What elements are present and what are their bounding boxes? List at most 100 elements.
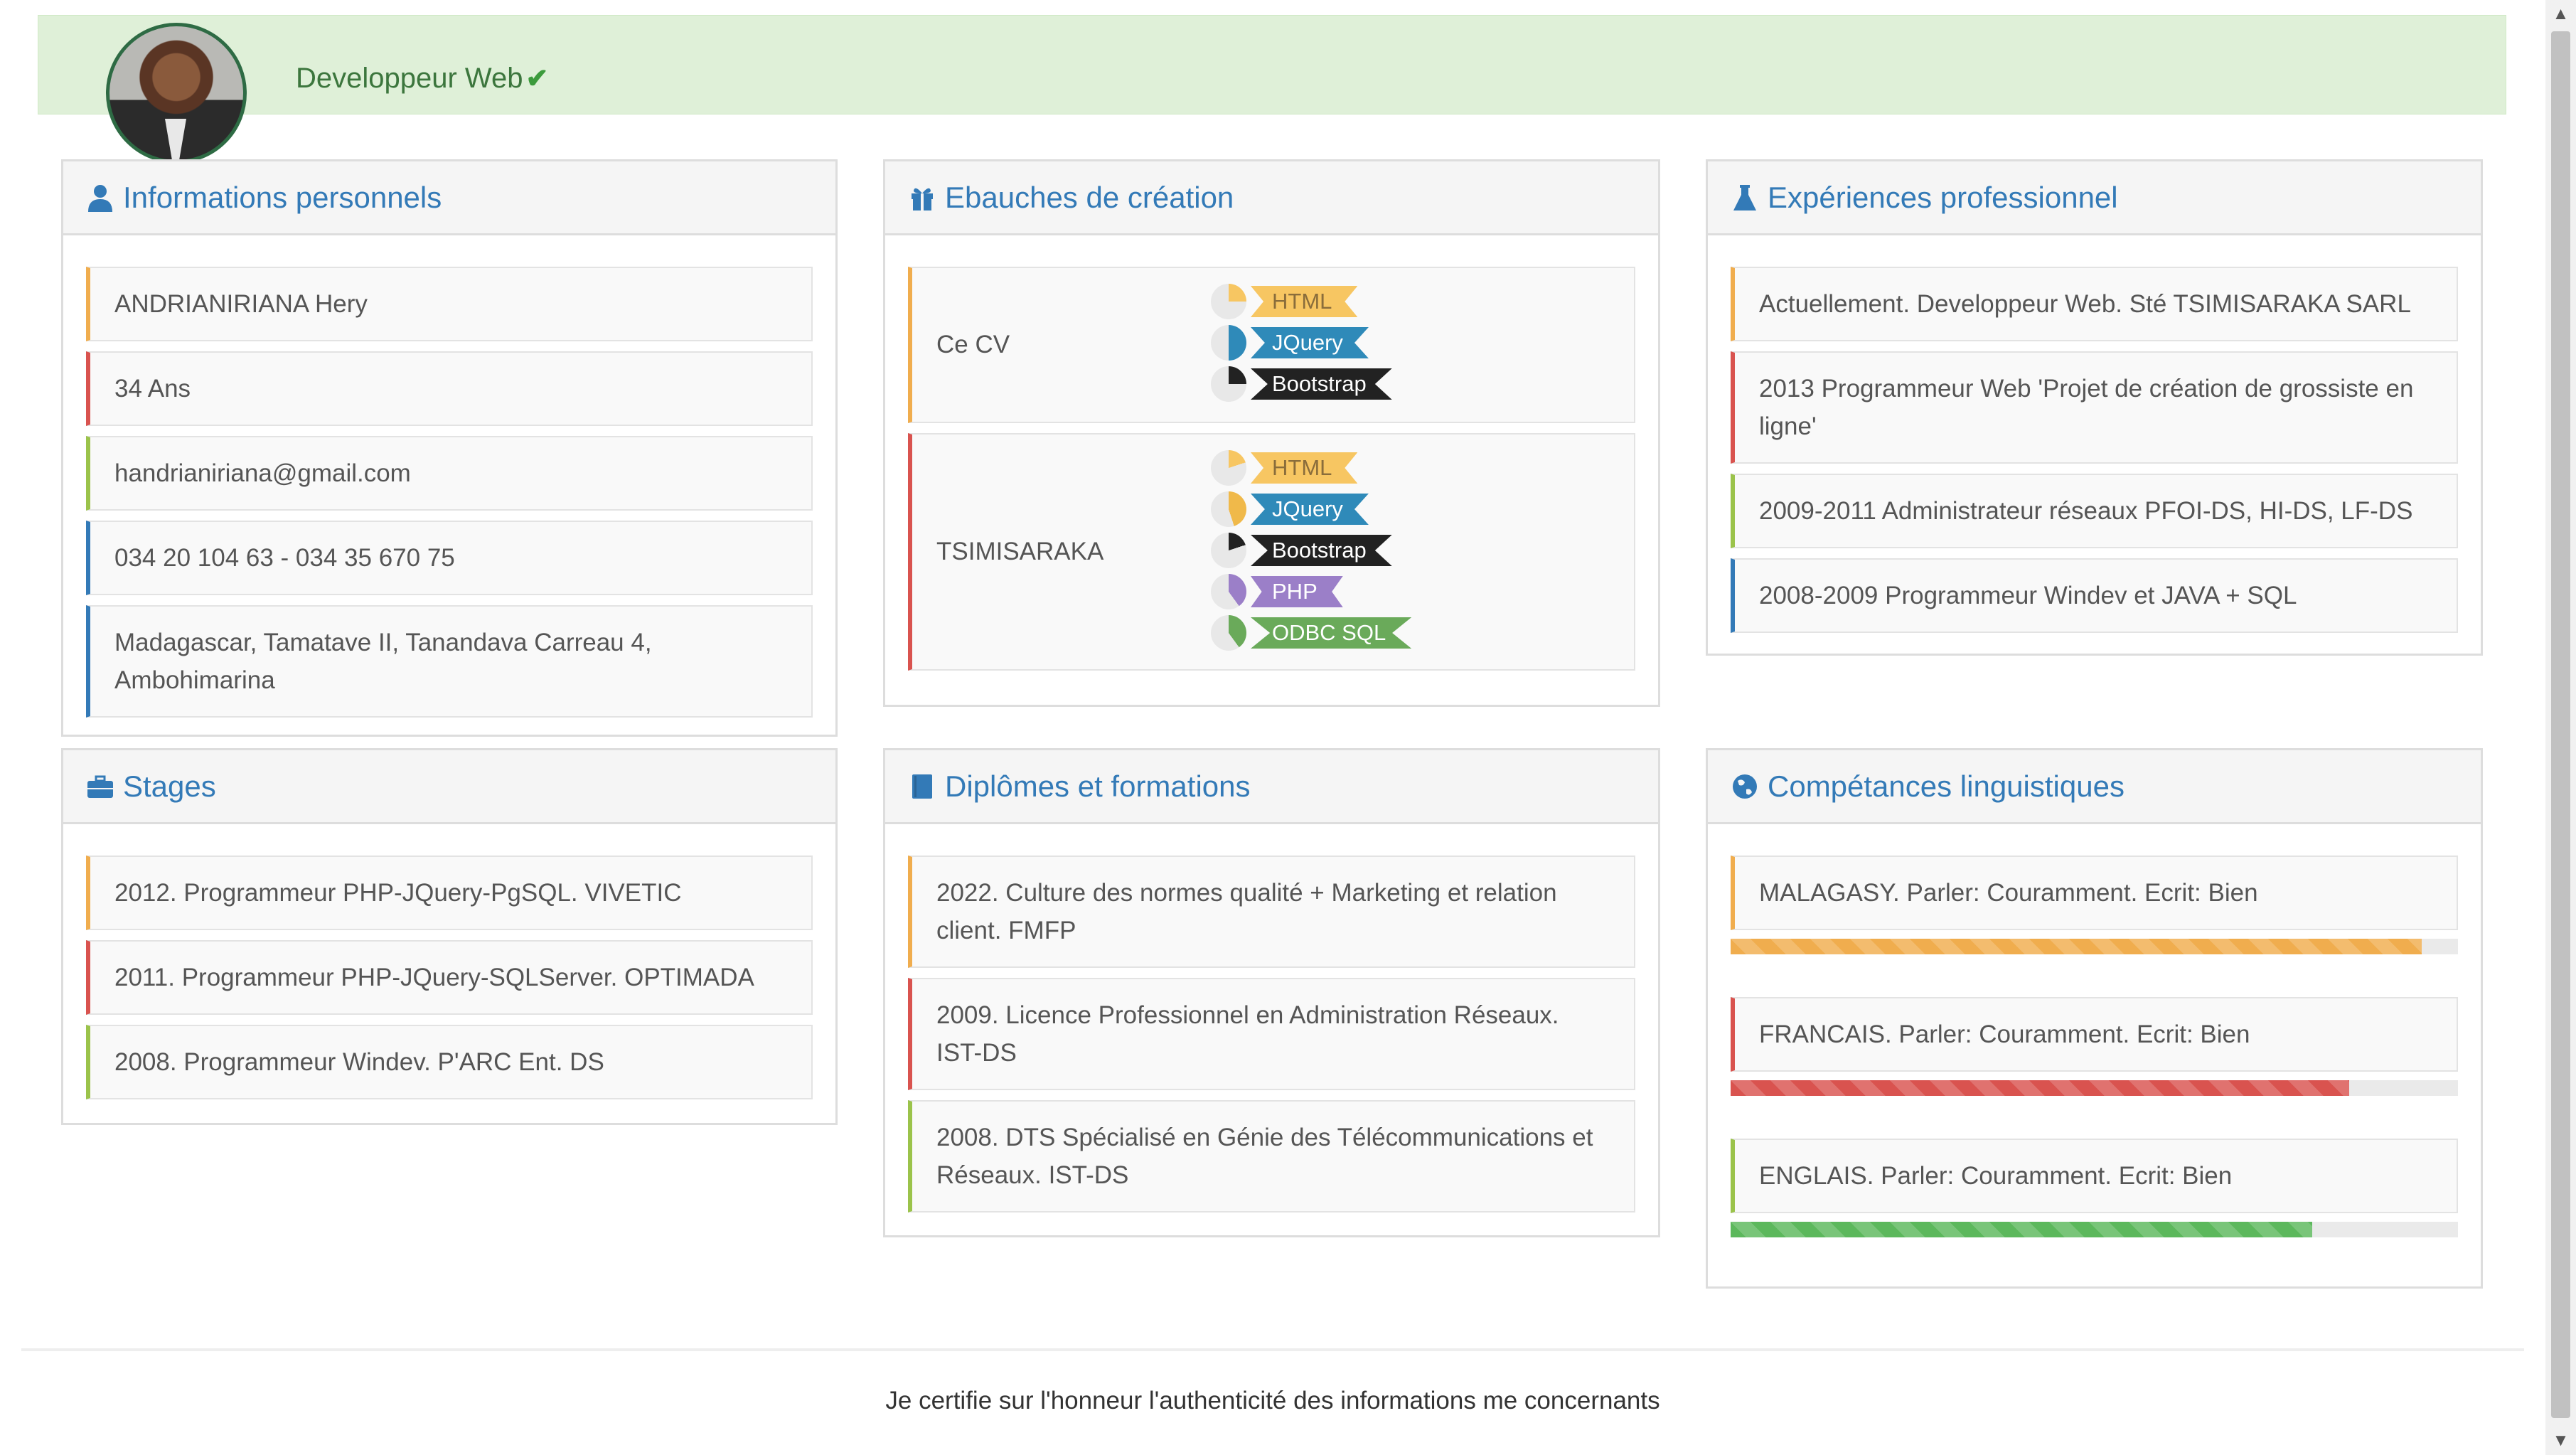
project-name: Ce CV <box>936 331 1010 358</box>
item-text: 2009-2011 Administrateur réseaux PFOI-DS… <box>1759 497 2413 525</box>
footer-statement: Je certifie sur l'honneur l'authenticité… <box>885 1387 1660 1414</box>
list-item-name: ANDRIANIRIANA Hery <box>86 267 813 341</box>
languages-list: MALAGASY. Parler: Couramment. Ecrit: Bie… <box>1708 824 2481 1237</box>
panel-heading: Informations personnels <box>63 161 835 235</box>
page: Developpeur Web ✔ Informations personnel… <box>0 0 2545 1455</box>
item-text: 2012. Programmeur PHP-JQuery-PgSQL. VIVE… <box>114 879 682 907</box>
tech-list: HTML JQuery Bootstrap <box>1211 281 1392 405</box>
item-text: 2011. Programmeur PHP-JQuery-SQLServer. … <box>114 964 754 991</box>
list-item: Actuellement. Developpeur Web. Sté TSIMI… <box>1731 267 2458 341</box>
language-level-fill <box>1731 1080 2349 1096</box>
panel-languages: Compétances linguistiques MALAGASY. Parl… <box>1706 748 2483 1289</box>
job-title: Developpeur Web ✔ <box>296 63 548 95</box>
item-text: Actuellement. Developpeur Web. Sté TSIMI… <box>1759 290 2411 318</box>
pie-icon <box>1211 325 1246 361</box>
item-text: FRANCAIS. Parler: Couramment. Ecrit: Bie… <box>1759 1020 2250 1048</box>
tech-html: HTML <box>1211 447 1411 489</box>
panel-heading: Compétances linguistiques <box>1708 750 2481 824</box>
item-text: 2008. DTS Spécialisé en Génie des Téléco… <box>936 1124 1593 1189</box>
item-text: 034 20 104 63 - 034 35 670 75 <box>114 544 455 572</box>
panel-heading: Stages <box>63 750 835 824</box>
tech-label: JQuery <box>1251 494 1369 525</box>
panel-diplomas: Diplômes et formations 2022. Culture des… <box>883 748 1660 1237</box>
panel-title: Informations personnels <box>123 180 442 214</box>
list-item: 2008. Programmeur Windev. P'ARC Ent. DS <box>86 1025 813 1099</box>
tech-jquery: JQuery <box>1211 489 1411 530</box>
pie-icon <box>1211 450 1246 486</box>
tech-label: Bootstrap <box>1251 368 1392 400</box>
item-text: 2008. Programmeur Windev. P'ARC Ent. DS <box>114 1048 604 1076</box>
vertical-scrollbar[interactable]: ▲ ▼ <box>2545 0 2576 1455</box>
item-text: Madagascar, Tamatave II, Tanandava Carre… <box>114 629 652 694</box>
tech-jquery: JQuery <box>1211 322 1392 363</box>
panel-title: Ebauches de création <box>945 180 1234 214</box>
footer-divider <box>21 1348 2524 1351</box>
item-text: handrianiriana@gmail.com <box>114 459 411 487</box>
list-item: 2012. Programmeur PHP-JQuery-PgSQL. VIVE… <box>86 856 813 930</box>
panel-creations: Ebauches de création Ce CV HTML JQuery B… <box>883 159 1660 707</box>
panel-heading: Diplômes et formations <box>885 750 1658 824</box>
language-level-fill <box>1731 1222 2313 1237</box>
list-item-phone: 034 20 104 63 - 034 35 670 75 <box>86 521 813 595</box>
tech-label: Bootstrap <box>1251 535 1392 566</box>
tech-label: ODBC SQL <box>1251 617 1412 649</box>
language-item-malagasy: MALAGASY. Parler: Couramment. Ecrit: Bie… <box>1731 856 2458 930</box>
tech-label: HTML <box>1251 452 1358 484</box>
list-item: 2013 Programmeur Web 'Projet de création… <box>1731 351 2458 464</box>
tech-label: PHP <box>1251 576 1343 607</box>
tech-label: JQuery <box>1251 327 1369 358</box>
panel-heading: Expériences professionnel <box>1708 161 2481 235</box>
item-text: 34 Ans <box>114 375 191 403</box>
item-text: 2022. Culture des normes qualité + Marke… <box>936 879 1557 944</box>
list-item: 2008-2009 Programmeur Windev et JAVA + S… <box>1731 558 2458 633</box>
panel-heading: Ebauches de création <box>885 161 1658 235</box>
item-text: ANDRIANIRIANA Hery <box>114 290 368 318</box>
tech-bootstrap: Bootstrap <box>1211 363 1392 405</box>
item-text: 2008-2009 Programmeur Windev et JAVA + S… <box>1759 582 2297 609</box>
globe-icon <box>1733 774 1757 799</box>
item-text: 2013 Programmeur Web 'Projet de création… <box>1759 375 2414 440</box>
language-level-bar <box>1731 939 2458 954</box>
list-item-email: handrianiriana@gmail.com <box>86 436 813 511</box>
pie-icon <box>1211 533 1246 568</box>
list-item-age: 34 Ans <box>86 351 813 426</box>
briefcase-icon <box>87 775 113 798</box>
tech-html: HTML <box>1211 281 1392 322</box>
check-icon: ✔ <box>525 64 549 94</box>
panel-personal-info: Informations personnels ANDRIANIRIANA He… <box>61 159 838 737</box>
scroll-up-arrow-icon[interactable]: ▲ <box>2545 0 2576 28</box>
list-item: 2011. Programmeur PHP-JQuery-SQLServer. … <box>86 940 813 1015</box>
scroll-down-arrow-icon[interactable]: ▼ <box>2545 1427 2576 1455</box>
panel-title: Compétances linguistiques <box>1768 769 2125 803</box>
pie-icon <box>1211 574 1246 609</box>
profile-photo <box>106 23 247 164</box>
tech-php: PHP <box>1211 571 1411 612</box>
tech-bootstrap: Bootstrap <box>1211 530 1411 571</box>
experiences-list: Actuellement. Developpeur Web. Sté TSIMI… <box>1708 235 2481 633</box>
panel-experiences: Expériences professionnel Actuellement. … <box>1706 159 2483 656</box>
item-text: MALAGASY. Parler: Couramment. Ecrit: Bie… <box>1759 879 2258 907</box>
language-item-english: ENGLAIS. Parler: Couramment. Ecrit: Bien <box>1731 1139 2458 1213</box>
list-item: 2009-2011 Administrateur réseaux PFOI-DS… <box>1731 474 2458 548</box>
project-ce-cv: Ce CV HTML JQuery Bootstrap <box>908 267 1635 423</box>
project-tsimisaraka: TSIMISARAKA HTML JQuery Bootstrap PHP OD… <box>908 433 1635 671</box>
panel-title: Expériences professionnel <box>1768 180 2118 214</box>
panel-title: Stages <box>123 769 216 803</box>
scroll-thumb[interactable] <box>2551 31 2570 1418</box>
tech-label: HTML <box>1251 286 1358 317</box>
personal-list: ANDRIANIRIANA Hery 34 Ans handrianiriana… <box>63 235 835 718</box>
pie-icon <box>1211 615 1246 651</box>
tech-odbc-sql: ODBC SQL <box>1211 612 1412 654</box>
pie-icon <box>1211 491 1246 527</box>
item-text: 2009. Licence Professionnel en Administr… <box>936 1001 1559 1067</box>
list-item: 2009. Licence Professionnel en Administr… <box>908 978 1635 1090</box>
profile-banner: Developpeur Web ✔ <box>38 15 2506 164</box>
book-icon <box>912 774 932 799</box>
flask-icon <box>1733 184 1756 210</box>
panel-title: Diplômes et formations <box>945 769 1251 803</box>
gift-icon <box>912 188 933 210</box>
language-level-fill <box>1731 939 2422 954</box>
language-level-bar <box>1731 1080 2458 1096</box>
language-level-bar <box>1731 1222 2458 1237</box>
list-item: 2022. Culture des normes qualité + Marke… <box>908 856 1635 968</box>
